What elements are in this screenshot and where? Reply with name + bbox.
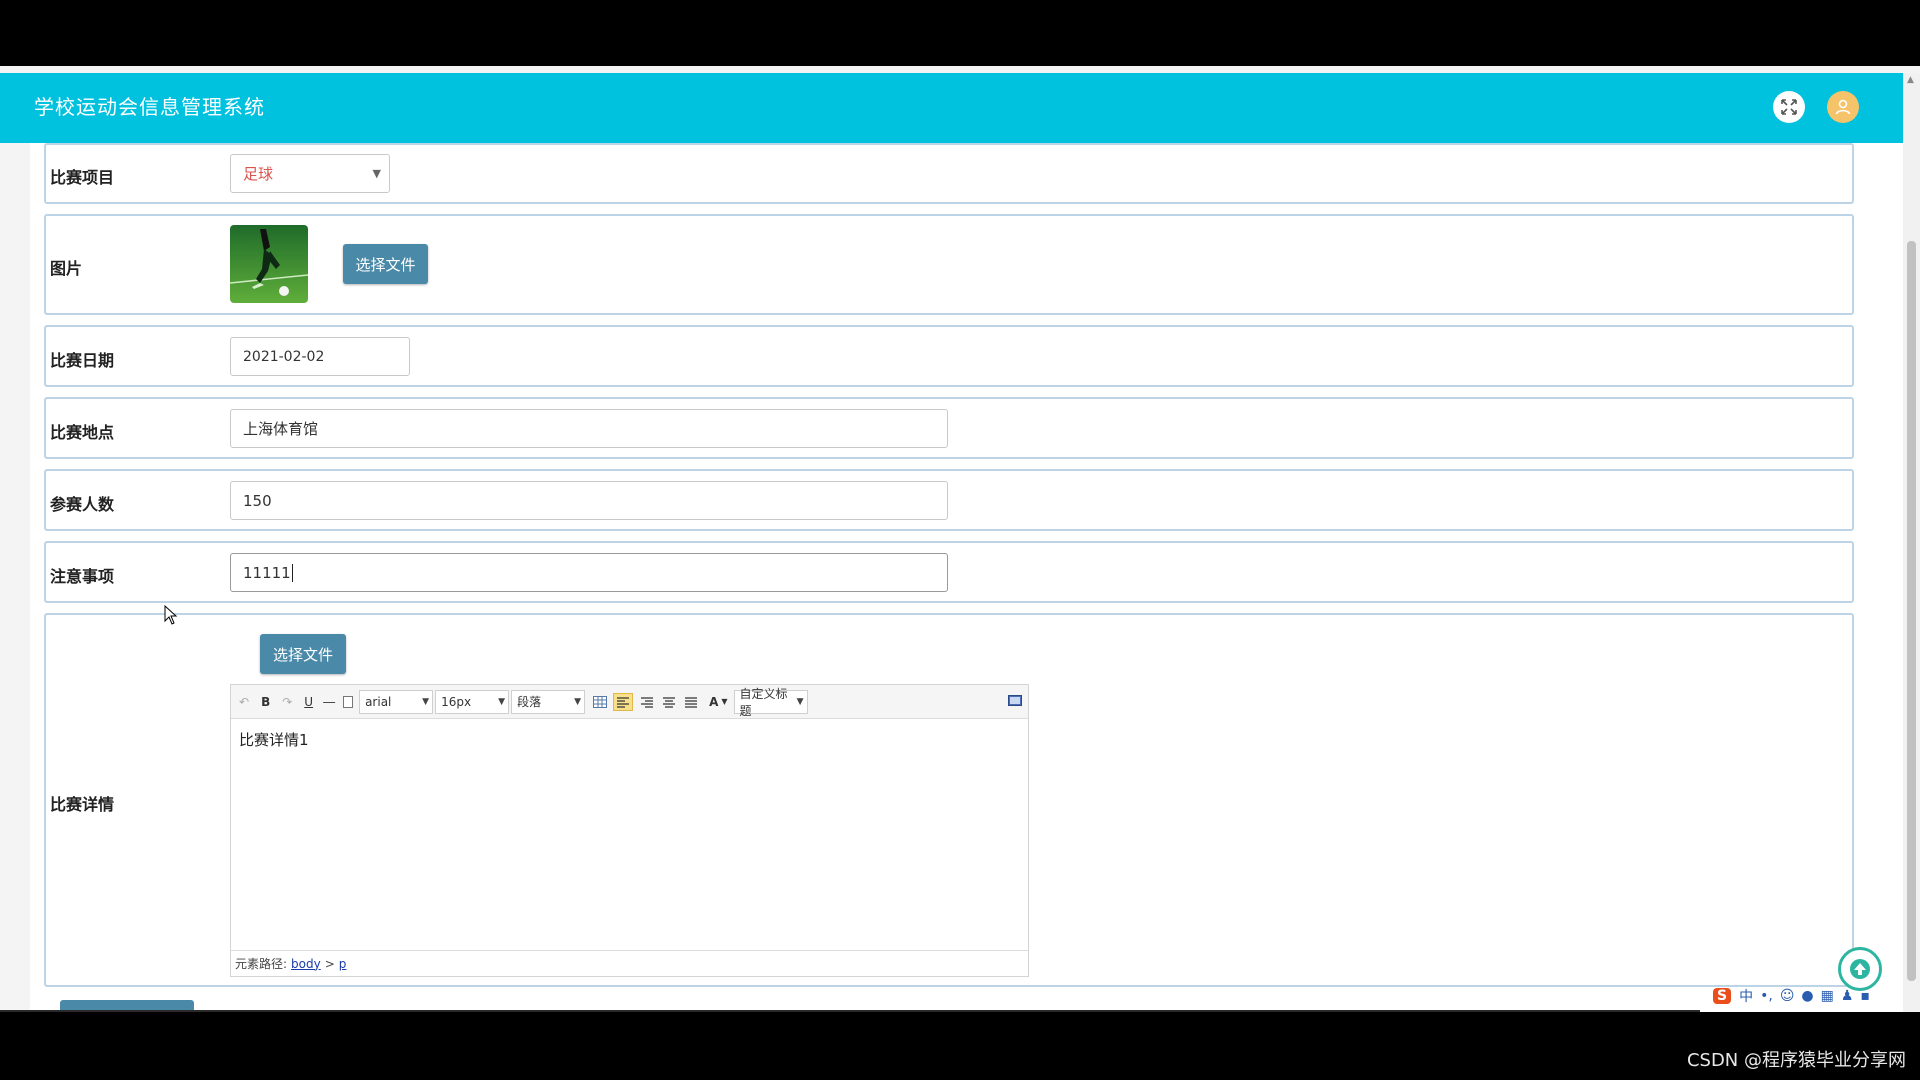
ime-mode-label[interactable]: 中 (1739, 986, 1753, 1006)
user-avatar-icon[interactable] (1827, 91, 1859, 123)
form-row-participants: 参赛人数 150 (44, 469, 1854, 531)
scrollbar-thumb[interactable] (1907, 241, 1916, 981)
editor-toolbar: ↶ B ↷ U ― arial ▼ 16px ▼ 段落 ▼ A ▼ 自定义标题 … (231, 685, 1028, 719)
date-label: 比赛日期 (50, 351, 115, 370)
chevron-down-icon: ▼ (498, 696, 506, 707)
scroll-up-icon[interactable]: ▲ (1907, 75, 1914, 85)
element-path-p-link[interactable]: p (339, 957, 347, 971)
element-path-bar: 元素路径: body > p (231, 950, 1028, 976)
font-color-label: A (709, 694, 719, 709)
date-input[interactable]: 2021-02-02 (230, 337, 410, 376)
chevron-down-icon: ▼ (796, 696, 804, 707)
chevron-down-icon: ▼ (372, 167, 381, 180)
ime-toolbar[interactable]: S 中 •, ☺ ● ▦ ♟ ▪ (1713, 984, 1920, 1008)
paragraph-format-value: 段落 (517, 695, 542, 709)
form-row-date: 比赛日期 2021-02-02 (44, 325, 1854, 387)
page-scrollbar[interactable]: ▲ (1903, 73, 1920, 1012)
align-left-icon[interactable] (613, 692, 634, 711)
paragraph-format-select[interactable]: 段落 ▼ (511, 689, 586, 714)
fullscreen-toggle-icon[interactable] (1773, 91, 1805, 123)
align-right-icon[interactable] (641, 696, 654, 708)
element-path-body-link[interactable]: body (291, 957, 321, 971)
form-row-details: 比赛详情 选择文件 ↶ B ↷ U ― arial ▼ 16px ▼ 段落 ▼ … (44, 613, 1854, 987)
custom-title-select[interactable]: 自定义标题 ▼ (733, 687, 808, 718)
ime-menu-icon[interactable]: ▪ (1860, 988, 1870, 1004)
details-select-file-button[interactable]: 选择文件 (260, 634, 346, 674)
form-row-location: 比赛地点 上海体育馆 (44, 397, 1854, 459)
form-container: 比赛项目 足球 ▼ 图片 选择文件 比赛日期 2021-02-02 比赛地点 上… (30, 143, 1903, 1012)
form-row-notes: 注意事项 11111 (44, 541, 1854, 603)
preview-icon[interactable] (1008, 694, 1022, 711)
form-row-project: 比赛项目 足球 ▼ (44, 143, 1854, 204)
font-size-select[interactable]: 16px ▼ (435, 689, 510, 714)
chevron-down-icon: ▼ (721, 697, 728, 706)
browser-viewport: 学校运动会信息管理系统 ▲ 比赛项目 足球 ▼ 图片 选择文件 比赛日期 202… (0, 66, 1920, 1012)
image-label: 图片 (50, 259, 83, 278)
notes-input[interactable]: 11111 (230, 553, 948, 592)
arrow-up-icon (1850, 959, 1870, 979)
submit-button-peek[interactable] (60, 1000, 194, 1010)
bold-button[interactable]: B (261, 695, 270, 709)
font-family-select[interactable]: arial ▼ (359, 689, 434, 714)
uploaded-image-thumbnail (230, 225, 308, 303)
notes-input-value: 11111 (243, 563, 291, 582)
project-select[interactable]: 足球 ▼ (230, 154, 390, 193)
underline-button[interactable]: U (304, 695, 313, 709)
rich-text-editor[interactable]: ↶ B ↷ U ― arial ▼ 16px ▼ 段落 ▼ A ▼ 自定义标题 … (230, 684, 1029, 977)
app-title: 学校运动会信息管理系统 (34, 95, 265, 119)
align-center-icon[interactable] (663, 696, 676, 708)
project-select-value: 足球 (243, 165, 274, 183)
text-caret (291, 563, 293, 582)
undo-icon[interactable]: ↶ (239, 695, 249, 709)
align-justify-icon[interactable] (685, 696, 698, 708)
app-header: 学校运动会信息管理系统 (0, 73, 1903, 143)
location-label: 比赛地点 (50, 423, 115, 442)
font-size-value: 16px (441, 694, 472, 709)
element-path-separator: > (324, 956, 335, 971)
ime-skin-icon[interactable]: ♟ (1841, 988, 1854, 1004)
horizontal-rule-icon[interactable]: ― (323, 695, 335, 709)
ime-keyboard-icon[interactable]: ▦ (1821, 988, 1834, 1004)
ime-emoji-icon[interactable]: ☺ (1780, 988, 1795, 1004)
form-row-image: 图片 选择文件 (44, 214, 1854, 315)
watermark-text: CSDN @程序猿毕业分享网 (1686, 1050, 1906, 1071)
image-select-file-button[interactable]: 选择文件 (343, 244, 428, 284)
editor-content[interactable]: 比赛详情1 (239, 729, 309, 750)
project-label: 比赛项目 (50, 168, 115, 187)
font-color-button[interactable]: A ▼ (709, 695, 727, 709)
location-input[interactable]: 上海体育馆 (230, 409, 948, 448)
participants-input[interactable]: 150 (230, 481, 948, 520)
insert-table-icon[interactable] (593, 695, 608, 708)
chevron-down-icon: ▼ (422, 696, 430, 707)
details-label: 比赛详情 (50, 795, 115, 814)
custom-title-value: 自定义标题 (739, 686, 788, 718)
ime-logo: S (1713, 988, 1732, 1004)
ime-punctuation-icon[interactable]: •, (1760, 988, 1773, 1004)
mouse-cursor-icon (164, 605, 178, 625)
element-path-label: 元素路径: (235, 957, 288, 971)
chevron-down-icon: ▼ (574, 696, 582, 707)
ime-mic-icon[interactable]: ● (1801, 988, 1813, 1004)
participants-label: 参赛人数 (50, 495, 115, 514)
taskbar-edge (0, 1010, 1700, 1012)
page-break-icon[interactable] (343, 695, 354, 708)
notes-label: 注意事项 (50, 567, 115, 586)
redo-icon[interactable]: ↷ (282, 695, 292, 709)
font-family-value: arial (365, 694, 392, 709)
